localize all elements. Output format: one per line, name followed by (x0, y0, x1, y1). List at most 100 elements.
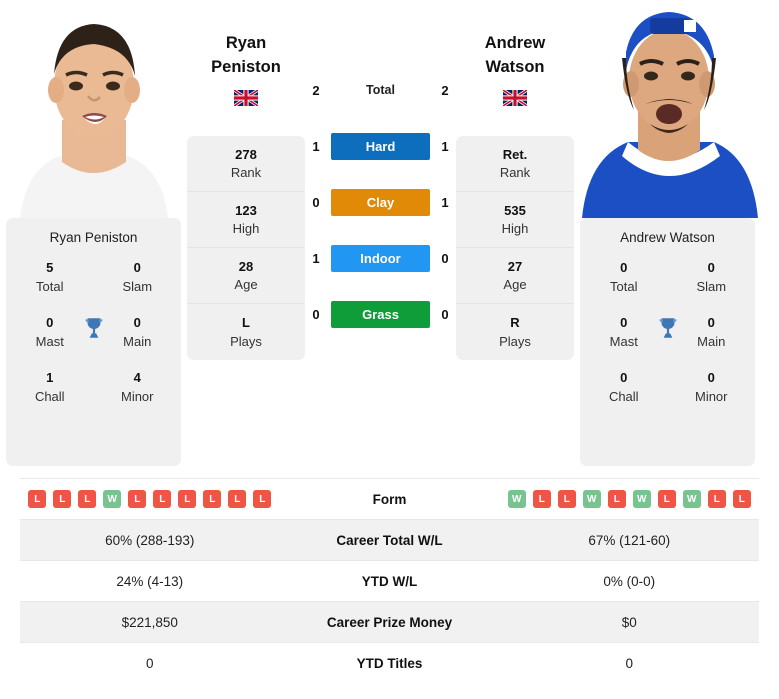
form-badge-win[interactable]: W (103, 490, 122, 508)
left-titles-slam: 0 Slam (94, 259, 182, 296)
value: Ret. (502, 146, 528, 162)
value: 0 (133, 315, 141, 331)
value: 0 (707, 370, 715, 386)
label: High (501, 221, 529, 237)
label: Chall (608, 388, 639, 404)
right-titles-grid: 0 Total 0 Slam 0 Mast 0 Main 0 Chall 0 M… (580, 259, 755, 406)
uk-flag-icon (503, 89, 527, 106)
value: 4 (133, 370, 141, 386)
left-stat-high: 123 High (187, 192, 305, 248)
value: 123 (235, 202, 257, 218)
form-badge-loss[interactable]: L (607, 490, 626, 508)
label: Slam (696, 278, 727, 294)
right-name-stat-wrap: Andrew Watson Ret. Rank 535 High 27 Age … (456, 0, 574, 360)
left-titles-card: Ryan Peniston 5 Total 0 Slam 0 Mast 0 Ma… (6, 218, 181, 466)
h2h-total-left: 2 (312, 82, 320, 98)
form-badge-win[interactable]: W (582, 490, 601, 508)
left-titles-name: Ryan Peniston (49, 230, 138, 245)
left-player-name-block: Ryan Peniston (187, 0, 305, 118)
right-player-name-block: Andrew Watson (456, 0, 574, 118)
right-stat-column: Ret. Rank 535 High 27 Age R Plays (456, 118, 574, 360)
value: 5 (46, 260, 54, 275)
form-label: Form (372, 491, 407, 507)
h2h-hard-left: 1 (312, 138, 320, 154)
form-badge-loss[interactable]: L (253, 490, 272, 508)
label: High (232, 221, 260, 237)
value: 28 (238, 258, 254, 274)
table-row-ytd-wl: 24% (4-13) YTD W/L 0% (0-0) (20, 560, 759, 601)
form-badge-win[interactable]: W (682, 490, 701, 508)
row-label: YTD Titles (356, 655, 423, 671)
h2h-clay-right: 1 (441, 194, 449, 210)
left-form-badges: LLLWLLLLLL (20, 490, 280, 508)
left-stat-plays: L Plays (187, 304, 305, 360)
left-player-first-name: Ryan (225, 34, 267, 52)
form-badge-loss[interactable]: L (53, 490, 72, 508)
left-titles-grid: 5 Total 0 Slam 0 Mast 0 Main 1 Chall 4 M… (6, 259, 181, 406)
right-titles-slam: 0 Slam (668, 259, 756, 296)
form-badge-loss[interactable]: L (228, 490, 247, 508)
form-badge-loss[interactable]: L (178, 490, 197, 508)
left-stat-column: 278 Rank 123 High 28 Age L Plays (187, 118, 305, 360)
value: 0 (133, 260, 141, 275)
h2h-total-row: 2 Total 2 (305, 62, 456, 118)
surface-badge-hard[interactable]: Hard (331, 132, 430, 160)
right-titles-main: 0 Main (668, 314, 756, 351)
h2h-grass-row: 0 Grass 0 (305, 286, 456, 342)
form-badge-loss[interactable]: L (657, 490, 676, 508)
label: Main (697, 333, 726, 349)
surface-badge-grass[interactable]: Grass (331, 300, 430, 328)
right-titles-card: Andrew Watson 0 Total 0 Slam 0 Mast 0 Ma… (580, 218, 755, 466)
form-badge-loss[interactable]: L (557, 490, 576, 508)
trophy-icon (655, 315, 681, 346)
label: Age (234, 277, 258, 293)
h2h-grass-right: 0 (441, 306, 449, 322)
form-badge-win[interactable]: W (507, 490, 526, 508)
form-badge-loss[interactable]: L (203, 490, 222, 508)
right-titles-chall: 0 Chall (580, 369, 668, 406)
row-label: Career Total W/L (336, 532, 443, 548)
form-badge-loss[interactable]: L (153, 490, 172, 508)
form-badge-loss[interactable]: L (128, 490, 147, 508)
left-stat-card: 278 Rank 123 High 28 Age L Plays (187, 136, 305, 360)
form-badge-loss[interactable]: L (78, 490, 97, 508)
value: R (510, 315, 520, 331)
form-badge-loss[interactable]: L (28, 490, 47, 508)
surface-badge-clay[interactable]: Clay (331, 188, 430, 216)
label: Chall (34, 388, 65, 404)
label: Total (36, 278, 64, 294)
label: Minor (120, 388, 154, 404)
right-player-photo (574, 0, 761, 218)
right-titles-name: Andrew Watson (620, 230, 715, 245)
trophy-icon (81, 315, 107, 346)
left-titles-main: 0 Main (94, 314, 182, 351)
right-player-last-name: Watson (485, 57, 545, 76)
label: Main (123, 333, 152, 349)
right-form-badges: WLLWLWLWLL (500, 490, 760, 508)
h2h-total-right: 2 (441, 82, 449, 98)
uk-flag-icon (234, 89, 258, 106)
row-label: Career Prize Money (326, 614, 453, 630)
right-stat-card: Ret. Rank 535 High 27 Age R Plays (456, 136, 574, 360)
form-badge-loss[interactable]: L (532, 490, 551, 508)
label: Minor (694, 388, 728, 404)
form-badge-loss[interactable]: L (732, 490, 751, 508)
h2h-indoor-left: 1 (312, 250, 320, 266)
left-value: 24% (4-13) (116, 573, 184, 589)
value: 1 (46, 370, 54, 386)
h2h-grass-left: 0 (312, 306, 320, 322)
value: 0 (707, 260, 715, 275)
label: Rank (230, 165, 262, 181)
right-stat-rank: Ret. Rank (456, 136, 574, 192)
value: 535 (504, 202, 526, 218)
surface-badge-indoor[interactable]: Indoor (331, 244, 430, 272)
h2h-hard-row: 1 Hard 1 (305, 118, 456, 174)
form-badge-loss[interactable]: L (707, 490, 726, 508)
label: Age (503, 277, 527, 293)
left-titles-total: 5 Total (6, 259, 94, 296)
value: 27 (507, 258, 523, 274)
label: Plays (499, 333, 531, 349)
h2h-clay-row: 0 Clay 1 (305, 174, 456, 230)
form-badge-win[interactable]: W (632, 490, 651, 508)
right-value: 0 (625, 655, 633, 671)
